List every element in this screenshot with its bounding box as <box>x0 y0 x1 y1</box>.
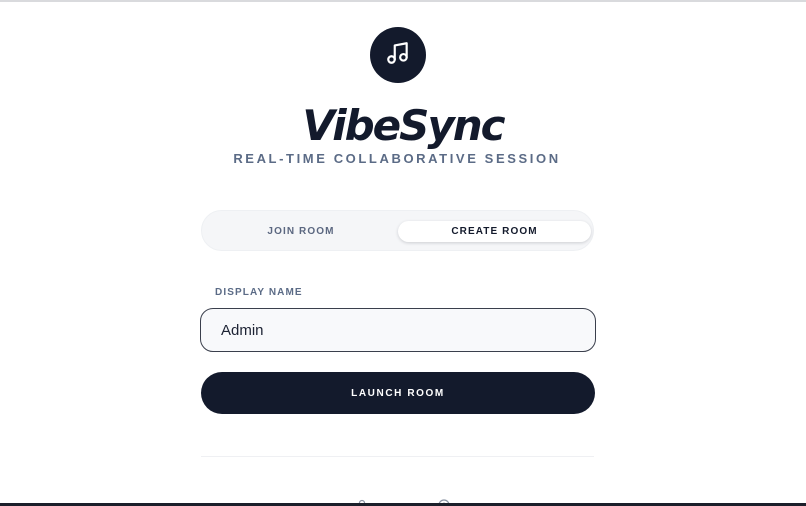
app-name: VibeSync <box>302 101 505 150</box>
display-name-label: DISPLAY NAME <box>215 287 303 298</box>
top-border <box>0 0 806 2</box>
room-mode-tabs: JOIN ROOM CREATE ROOM <box>201 210 594 251</box>
launch-room-button[interactable]: LAUNCH ROOM <box>201 372 595 414</box>
tab-create-room[interactable]: CREATE ROOM <box>398 221 591 242</box>
tab-join-room[interactable]: JOIN ROOM <box>206 221 396 242</box>
logo <box>370 27 426 83</box>
app-tagline: REAL-TIME COLLABORATIVE SESSION <box>233 151 561 166</box>
music-note-icon <box>385 40 411 71</box>
display-name-input[interactable] <box>200 308 596 352</box>
footer-divider <box>201 456 594 457</box>
